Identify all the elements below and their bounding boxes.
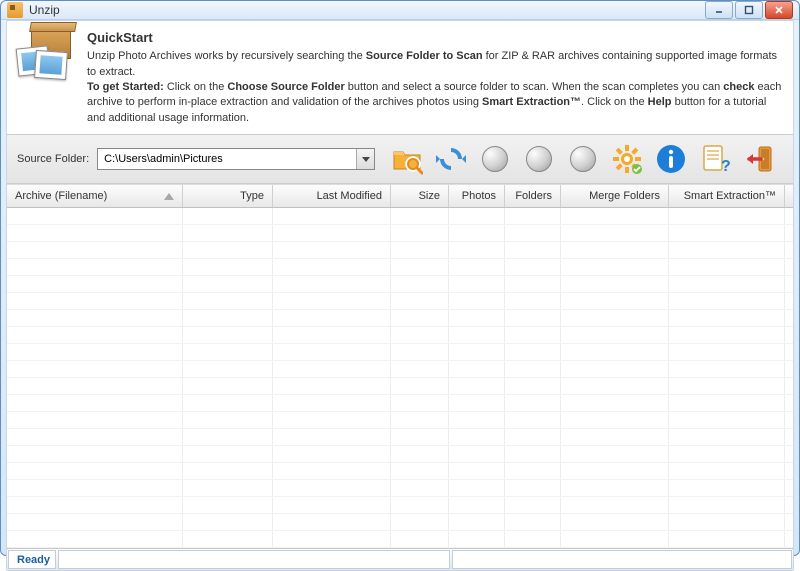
- col-modified[interactable]: Last Modified: [273, 185, 391, 207]
- table-row: [7, 208, 793, 225]
- table-row: [7, 310, 793, 327]
- quickstart-body: Unzip Photo Archives works by recursivel…: [87, 49, 783, 126]
- table-row: [7, 446, 793, 463]
- app-window: Unzip QuickStart Unzip Photo Archi: [0, 0, 800, 556]
- table-row: [7, 514, 793, 531]
- table-row: [7, 276, 793, 293]
- table-body[interactable]: [7, 208, 793, 548]
- app-icon: [7, 2, 23, 18]
- dropdown-arrow-icon: [356, 149, 374, 169]
- table-row: [7, 531, 793, 548]
- status-sphere-1[interactable]: [477, 141, 513, 177]
- col-size[interactable]: Size: [391, 185, 449, 207]
- toolbar: Source Folder: C:\Users\admin\Pictures: [7, 134, 793, 184]
- col-photos[interactable]: Photos: [449, 185, 505, 207]
- table-row: [7, 429, 793, 446]
- choose-source-folder-button[interactable]: [389, 141, 425, 177]
- table-row: [7, 463, 793, 480]
- status-sphere-3[interactable]: [565, 141, 601, 177]
- source-folder-label: Source Folder:: [17, 153, 89, 165]
- table-row: [7, 293, 793, 310]
- help-button[interactable]: ?: [697, 141, 733, 177]
- table-row: [7, 361, 793, 378]
- window-title: Unzip: [29, 3, 60, 17]
- table-row: [7, 327, 793, 344]
- status-middle: [58, 550, 450, 569]
- table-row: [7, 395, 793, 412]
- content-area: QuickStart Unzip Photo Archives works by…: [6, 20, 794, 571]
- table-row: [7, 259, 793, 276]
- archive-table: Archive (Filename) Type Last Modified Si…: [7, 184, 793, 548]
- exit-button[interactable]: [741, 141, 777, 177]
- table-row: [7, 412, 793, 429]
- toolbar-buttons: ?: [389, 141, 777, 177]
- col-folders[interactable]: Folders: [505, 185, 561, 207]
- quickstart-panel: QuickStart Unzip Photo Archives works by…: [7, 21, 793, 134]
- source-folder-dropdown[interactable]: C:\Users\admin\Pictures: [97, 148, 375, 170]
- table-row: [7, 225, 793, 242]
- table-header: Archive (Filename) Type Last Modified Si…: [7, 185, 793, 208]
- window-controls: [705, 1, 793, 19]
- refresh-button[interactable]: [433, 141, 469, 177]
- settings-button[interactable]: [609, 141, 645, 177]
- status-ready: Ready: [8, 550, 56, 569]
- table-row: [7, 480, 793, 497]
- quickstart-title: QuickStart: [87, 29, 783, 47]
- maximize-button[interactable]: [735, 1, 763, 19]
- table-row: [7, 344, 793, 361]
- table-row: [7, 242, 793, 259]
- close-button[interactable]: [765, 1, 793, 19]
- status-right: [452, 550, 792, 569]
- col-type[interactable]: Type: [183, 185, 273, 207]
- col-archive[interactable]: Archive (Filename): [7, 185, 183, 207]
- table-row: [7, 497, 793, 514]
- svg-text:?: ?: [721, 158, 731, 175]
- table-row: [7, 378, 793, 395]
- info-button[interactable]: [653, 141, 689, 177]
- source-folder-value: C:\Users\admin\Pictures: [104, 153, 223, 165]
- titlebar[interactable]: Unzip: [1, 1, 799, 20]
- quickstart-icon: [17, 29, 77, 81]
- minimize-button[interactable]: [705, 1, 733, 19]
- sort-indicator-icon: [164, 193, 174, 200]
- col-merge[interactable]: Merge Folders: [561, 185, 669, 207]
- status-sphere-2[interactable]: [521, 141, 557, 177]
- col-smart[interactable]: Smart Extraction™: [669, 185, 785, 207]
- statusbar: Ready: [7, 548, 793, 570]
- quickstart-text: QuickStart Unzip Photo Archives works by…: [87, 29, 783, 126]
